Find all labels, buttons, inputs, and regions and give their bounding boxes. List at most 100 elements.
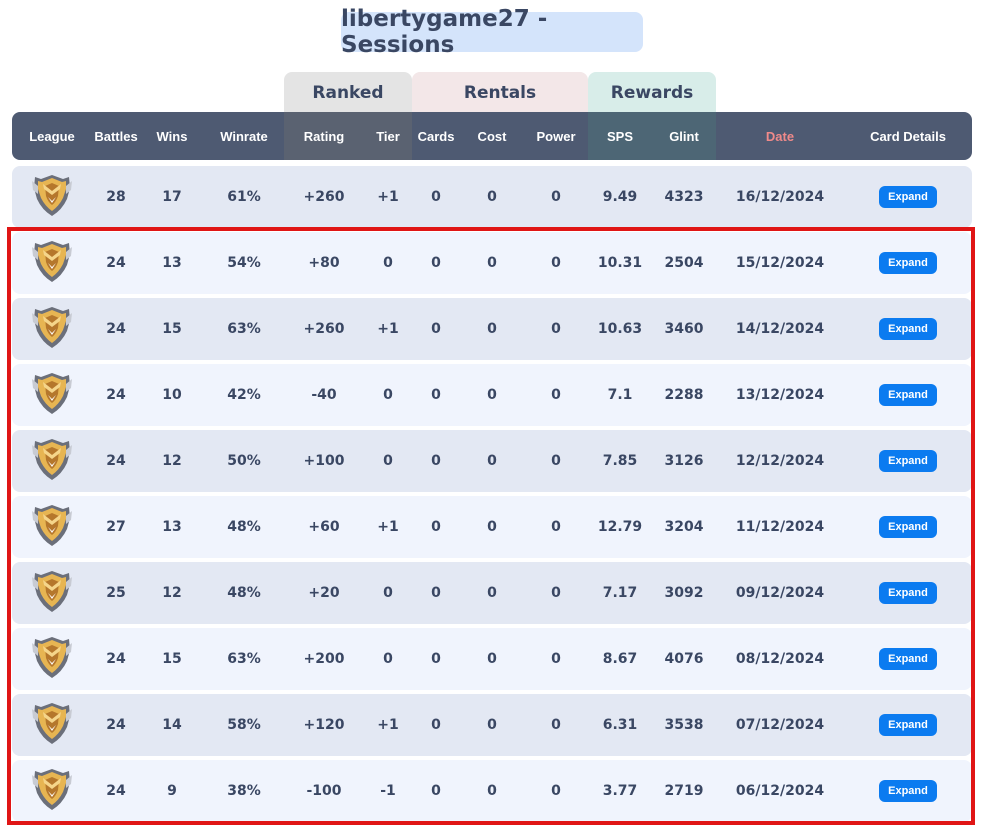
cards-cell: 0 (431, 783, 441, 799)
wins-cell: 12 (162, 585, 182, 601)
col-header-league: League (29, 128, 75, 144)
cards-cell: 0 (431, 189, 441, 205)
power-cell: 0 (551, 585, 561, 601)
rating-cell: +200 (303, 651, 345, 667)
league-cell (29, 562, 75, 624)
cards-cell: 0 (431, 651, 441, 667)
sps-cell: 7.17 (602, 585, 638, 601)
league-cell (29, 430, 75, 492)
table-row: 24 9 38% -100 -1 0 0 0 3.77 2719 06/12/2024 Expand (12, 760, 972, 822)
card-details-cell: Expand (879, 166, 937, 228)
date-cell: 16/12/2024 (735, 189, 825, 205)
card-details-cell: Expand (879, 628, 937, 690)
expand-button[interactable]: Expand (879, 714, 937, 736)
table-row: 24 15 63% +200 0 0 0 0 8.67 4076 08/12/2024 Expand (12, 628, 972, 690)
battles-cell: 24 (106, 387, 126, 403)
tier-cell: +1 (377, 321, 399, 337)
expand-button[interactable]: Expand (879, 516, 937, 538)
col-header-power: Power (536, 128, 576, 144)
battles-cell: 24 (106, 783, 126, 799)
col-header-rating: Rating (303, 128, 345, 144)
table-row: 24 15 63% +260 +1 0 0 0 10.63 3460 14/12/2024 Expan… (12, 298, 972, 360)
wins-cell: 12 (162, 453, 182, 469)
col-header-battles: Battles (94, 128, 138, 144)
date-cell: 12/12/2024 (735, 453, 825, 469)
cards-cell: 0 (431, 321, 441, 337)
gold-league-shield-icon (29, 370, 75, 420)
cost-cell: 0 (487, 387, 497, 403)
col-header-winrate: Winrate (220, 128, 268, 144)
league-cell (29, 628, 75, 690)
glint-cell: 2504 (664, 255, 704, 271)
battles-cell: 24 (106, 453, 126, 469)
card-details-cell: Expand (879, 694, 937, 756)
expand-button[interactable]: Expand (879, 450, 937, 472)
winrate-cell: 38% (227, 783, 261, 799)
table-row: 24 10 42% -40 0 0 0 0 7.1 2288 13/12/2024 Expand (12, 364, 972, 426)
rating-cell: +100 (303, 453, 345, 469)
battles-cell: 24 (106, 321, 126, 337)
date-cell: 06/12/2024 (735, 783, 825, 799)
cost-cell: 0 (487, 585, 497, 601)
group-header-ranked: Ranked (284, 72, 412, 114)
battles-cell: 24 (106, 651, 126, 667)
col-header-sps: SPS (606, 128, 634, 144)
col-header-tier: Tier (376, 128, 400, 144)
card-details-cell: Expand (879, 430, 937, 492)
cards-cell: 0 (431, 387, 441, 403)
battles-cell: 24 (106, 255, 126, 271)
league-cell (29, 364, 75, 426)
tier-cell: 0 (383, 387, 393, 403)
expand-button[interactable]: Expand (879, 648, 937, 670)
expand-button[interactable]: Expand (879, 384, 937, 406)
league-cell (29, 298, 75, 360)
gold-league-shield-icon (29, 502, 75, 552)
col-header-date[interactable]: Date (766, 112, 794, 160)
wins-cell: 17 (162, 189, 182, 205)
glint-cell: 3092 (664, 585, 704, 601)
winrate-cell: 58% (227, 717, 261, 733)
winrate-cell: 50% (227, 453, 261, 469)
sps-cell: 10.31 (597, 255, 643, 271)
gold-league-shield-icon (29, 568, 75, 618)
expand-button[interactable]: Expand (879, 252, 937, 274)
winrate-cell: 42% (227, 387, 261, 403)
league-cell (29, 232, 75, 294)
tier-cell: +1 (377, 519, 399, 535)
cards-cell: 0 (431, 717, 441, 733)
glint-cell: 2288 (664, 387, 704, 403)
wins-cell: 13 (162, 519, 182, 535)
expand-button[interactable]: Expand (879, 318, 937, 340)
glint-cell: 4323 (664, 189, 704, 205)
winrate-cell: 63% (227, 651, 261, 667)
expand-button[interactable]: Expand (879, 582, 937, 604)
power-cell: 0 (551, 651, 561, 667)
expand-button[interactable]: Expand (879, 780, 937, 802)
wins-cell: 9 (167, 783, 177, 799)
gold-league-shield-icon (29, 700, 75, 750)
cards-cell: 0 (431, 585, 441, 601)
wins-cell: 14 (162, 717, 182, 733)
power-cell: 0 (551, 519, 561, 535)
cards-cell: 0 (431, 453, 441, 469)
sps-cell: 3.77 (602, 783, 638, 799)
winrate-cell: 48% (227, 519, 261, 535)
wins-cell: 15 (162, 651, 182, 667)
date-cell: 13/12/2024 (735, 387, 825, 403)
wins-cell: 13 (162, 255, 182, 271)
table-row: 27 13 48% +60 +1 0 0 0 12.79 3204 11/12/2024 Expand (12, 496, 972, 558)
rating-cell: +260 (303, 321, 345, 337)
card-details-cell: Expand (879, 496, 937, 558)
col-header-card-details: Card Details (870, 128, 946, 144)
gold-league-shield-icon (29, 436, 75, 486)
winrate-cell: 61% (227, 189, 261, 205)
sps-cell: 7.1 (607, 387, 633, 403)
gold-league-shield-icon (29, 238, 75, 288)
table-row: 28 17 61% +260 +1 0 0 0 9.49 4323 16/12/2024 Expand (12, 166, 972, 228)
expand-button[interactable]: Expand (879, 186, 937, 208)
glint-cell: 2719 (664, 783, 704, 799)
col-header-wins: Wins (156, 128, 188, 144)
sps-cell: 6.31 (602, 717, 638, 733)
glint-cell: 3204 (664, 519, 704, 535)
sps-cell: 12.79 (597, 519, 643, 535)
